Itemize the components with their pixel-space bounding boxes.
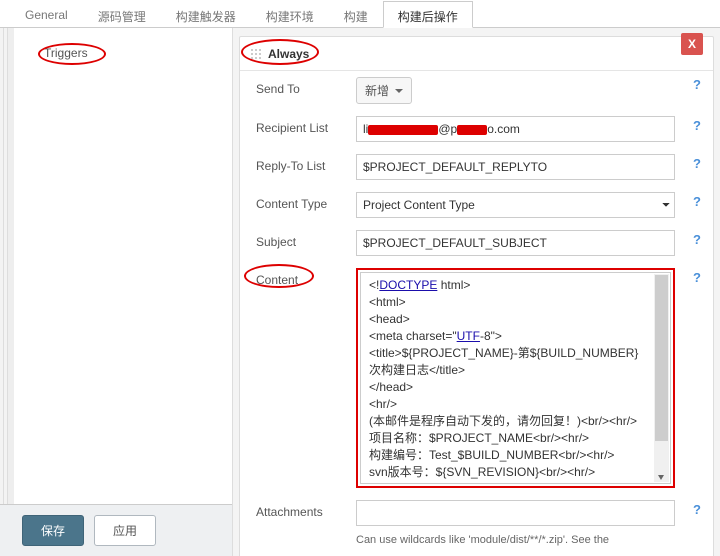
redaction-mark [368,125,438,135]
footer: 保存 应用 [0,504,232,556]
content-text: <!DOCTYPE html> <html> <head> <meta char… [369,277,654,479]
tab-postbuild[interactable]: 构建后操作 [383,1,473,28]
tab-triggers[interactable]: 构建触发器 [161,1,251,28]
content-textarea[interactable]: <!DOCTYPE html> <html> <head> <meta char… [360,272,671,484]
row-send-to: Send To 新增 [240,71,713,110]
row-reply-to: Reply-To List ? [240,148,713,186]
tab-source[interactable]: 源码管理 [83,1,161,28]
scrollbar-thumb[interactable] [655,275,668,441]
help-icon[interactable]: ? [693,502,701,517]
left-pane: Triggers [14,28,232,556]
label-recipient-list: Recipient List [256,116,356,135]
add-recipient-dropdown[interactable]: 新增 [356,77,412,104]
label-subject: Subject [256,230,356,249]
content-type-select[interactable]: Project Content Type [356,192,675,218]
annotation-box-content: <!DOCTYPE html> <html> <head> <meta char… [356,268,675,488]
triggers-label: Triggers [44,46,88,60]
body: Triggers X ? Always Send To 新增 [0,28,720,556]
left-gutter [0,28,14,556]
section-header: Always [240,37,713,71]
apply-button[interactable]: 应用 [94,515,156,546]
attachments-input[interactable] [356,500,675,526]
section-title: Always [268,47,309,61]
save-button[interactable]: 保存 [22,515,84,546]
scrollbar[interactable] [654,274,669,482]
label-content-type: Content Type [256,192,356,211]
tab-general[interactable]: General [10,1,83,28]
help-icon[interactable]: ? [693,194,701,209]
recipient-list-input[interactable]: li@po.com [356,116,675,142]
label-send-to: Send To [256,77,356,96]
redaction-mark [457,125,487,135]
row-content: Content <!DOCTYPE html> <html> <head> <m… [240,262,713,494]
row-recipient-list: Recipient List li@po.com ? [240,110,713,148]
add-recipient-label: 新增 [365,82,389,99]
subject-input[interactable] [356,230,675,256]
help-icon[interactable]: ? [693,232,701,247]
attachments-help-text: Can use wildcards like 'module/dist/**/*… [356,534,675,546]
page-root: General 源码管理 构建触发器 构建环境 构建 构建后操作 Trigger… [0,0,720,556]
tab-bar: General 源码管理 构建触发器 构建环境 构建 构建后操作 [0,0,720,28]
chevron-down-icon [395,89,403,93]
tab-build[interactable]: 构建 [329,1,383,28]
right-pane: X ? Always Send To 新增 [232,28,720,556]
label-reply-to: Reply-To List [256,154,356,173]
row-content-type: Content Type Project Content Type ? [240,186,713,224]
trigger-section-always: X ? Always Send To 新增 [239,36,714,556]
scroll-down-icon [658,475,664,480]
label-content: Content [256,268,356,287]
help-icon[interactable]: ? [693,118,701,133]
tab-env[interactable]: 构建环境 [251,1,329,28]
row-subject: Subject ? [240,224,713,262]
label-attachments: Attachments [256,500,356,519]
reply-to-input[interactable] [356,154,675,180]
help-icon[interactable]: ? [693,270,701,285]
row-attachments: Attachments Can use wildcards like 'modu… [240,494,713,552]
help-icon[interactable]: ? [693,156,701,171]
drag-handle-icon[interactable] [250,48,262,60]
